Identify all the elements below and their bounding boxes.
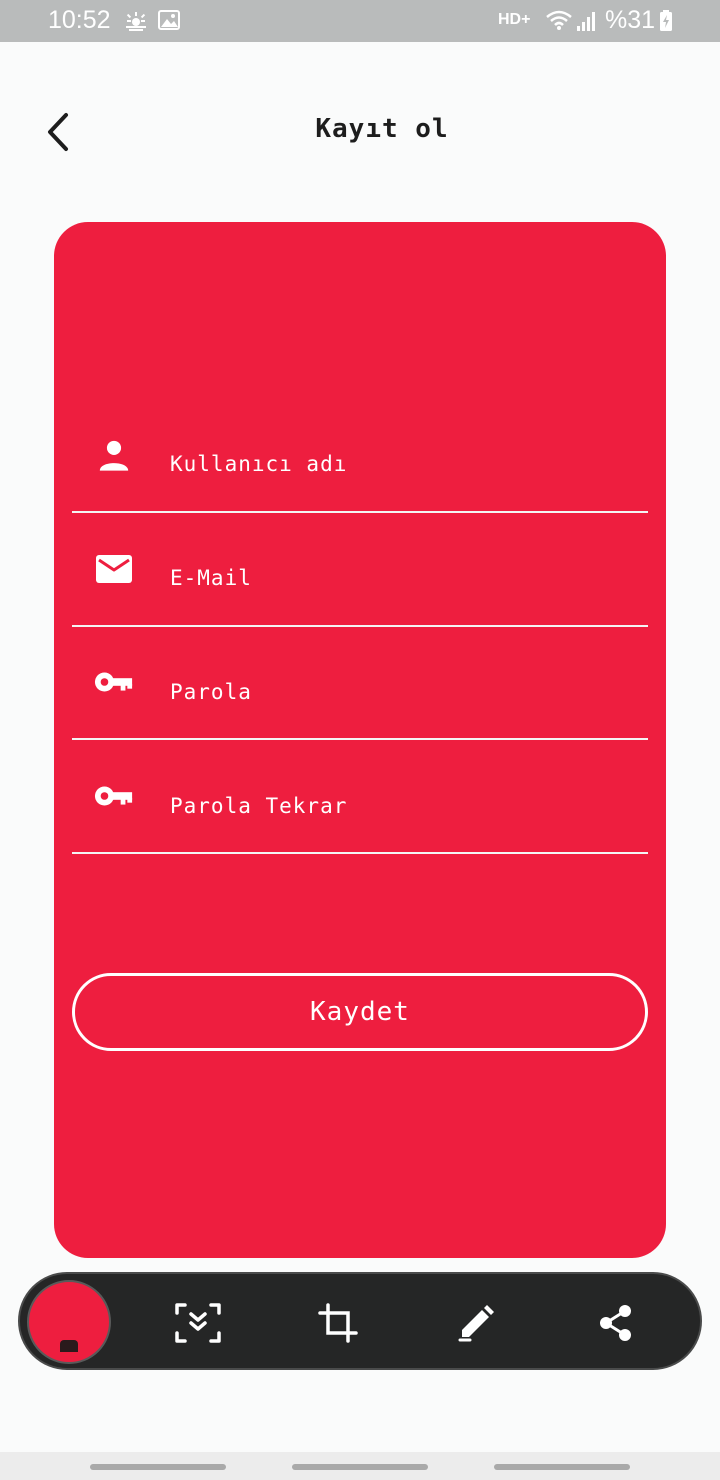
scroll-capture-icon: [175, 1303, 221, 1343]
email-field[interactable]: E-Mail: [72, 513, 648, 627]
person-icon: [94, 399, 134, 511]
key-icon: [94, 740, 134, 852]
password-repeat-placeholder: Parola Tekrar: [170, 794, 348, 818]
scroll-capture-button[interactable]: [172, 1297, 224, 1349]
key-icon: [94, 626, 134, 738]
battery-charging-icon: [659, 10, 673, 36]
gallery-icon: [158, 10, 180, 34]
weather-icon: [124, 11, 148, 35]
status-time: 10:52: [48, 6, 111, 34]
email-placeholder: E-Mail: [170, 566, 252, 590]
nav-recent-button[interactable]: [90, 1464, 226, 1470]
crop-button[interactable]: [312, 1297, 364, 1349]
thumbnail-mark: [60, 1340, 78, 1352]
crop-icon: [318, 1303, 358, 1343]
password-repeat-field[interactable]: Parola Tekrar: [72, 740, 648, 854]
share-icon: [600, 1305, 631, 1341]
save-button[interactable]: Kaydet: [72, 973, 648, 1051]
mail-icon: [94, 513, 134, 625]
signal-icon: [576, 10, 598, 36]
register-card: Kullanıcı adı E-Mail Parola Parola Tekra…: [54, 222, 666, 1258]
navigation-bar: [0, 1452, 720, 1480]
share-button[interactable]: [590, 1297, 642, 1349]
page-title: Kayıt ol: [315, 114, 449, 144]
edit-button[interactable]: [450, 1297, 502, 1349]
password-field[interactable]: Parola: [72, 626, 648, 740]
screenshot-thumbnail[interactable]: [27, 1280, 111, 1364]
screenshot-toolbar: [18, 1272, 702, 1370]
username-field[interactable]: Kullanıcı adı: [72, 399, 648, 513]
nav-home-button[interactable]: [292, 1464, 428, 1470]
username-placeholder: Kullanıcı adı: [170, 452, 348, 476]
password-placeholder: Parola: [170, 680, 252, 704]
wifi-icon: [545, 9, 573, 35]
status-bar: 10:52 HD+ %31: [0, 0, 720, 42]
edit-pencil-icon: [458, 1305, 494, 1342]
battery-level: %31: [605, 6, 656, 34]
nav-back-button[interactable]: [494, 1464, 630, 1470]
network-type: HD+: [498, 11, 531, 28]
